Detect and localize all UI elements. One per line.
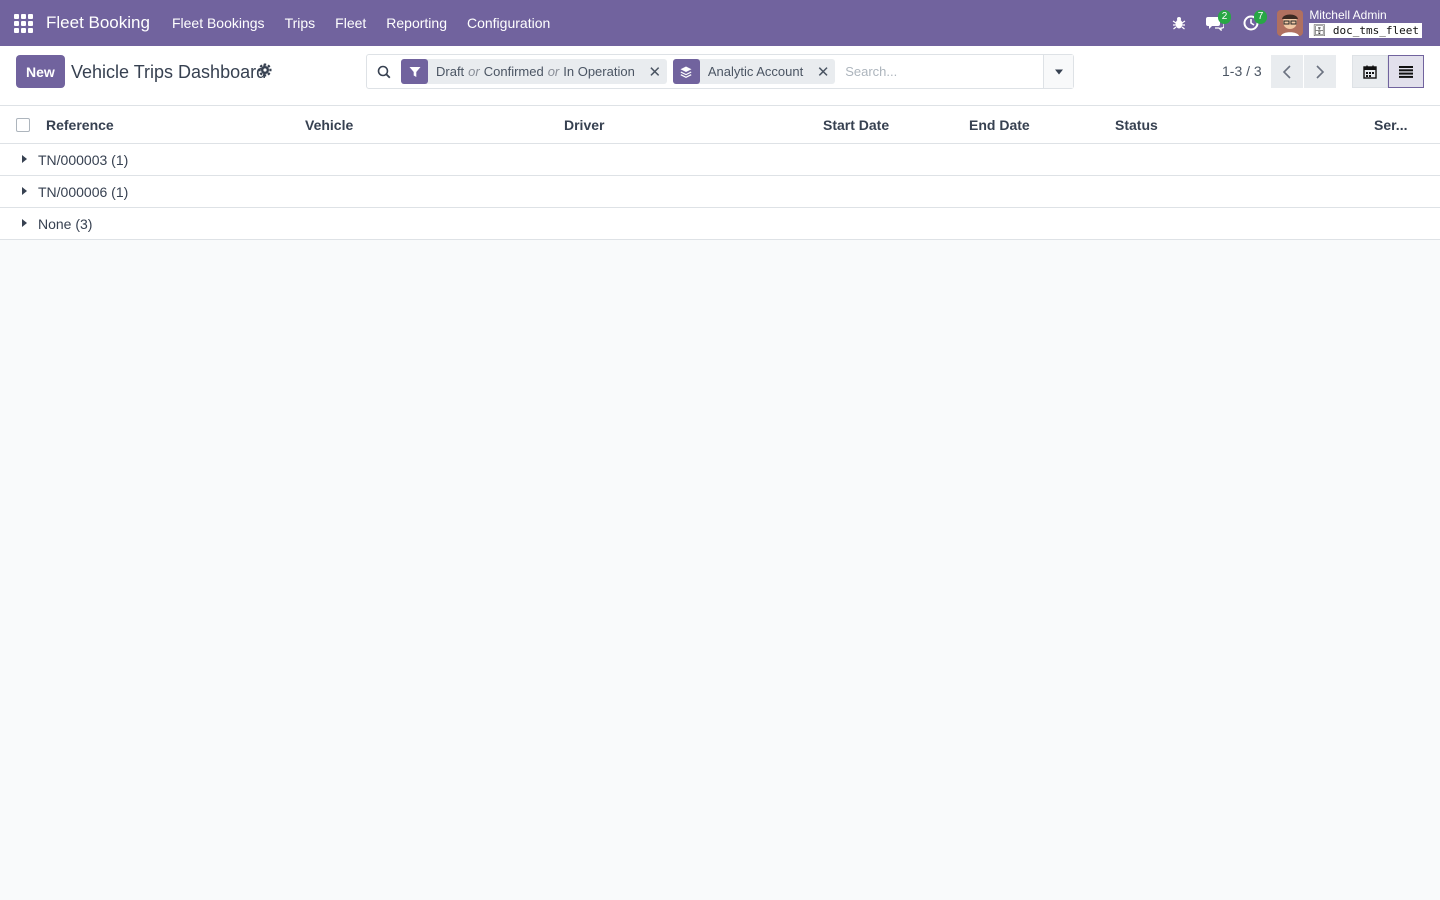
- user-name: Mitchell Admin: [1309, 7, 1387, 22]
- column-vehicle[interactable]: Vehicle: [305, 117, 353, 133]
- chevron-right-icon: [1316, 64, 1325, 79]
- facet-separator: or: [547, 64, 560, 79]
- close-icon[interactable]: ✕: [811, 63, 835, 81]
- facet-values: Draft or Confirmed or In Operation: [428, 64, 643, 79]
- list-icon: [1399, 65, 1413, 78]
- menu-fleet[interactable]: Fleet: [325, 0, 376, 46]
- list-view-button[interactable]: [1388, 55, 1424, 88]
- caret-right-icon: [22, 219, 27, 227]
- pager-previous-button[interactable]: [1271, 55, 1303, 88]
- pager-next-button[interactable]: [1304, 55, 1336, 88]
- facet-value-in-operation: In Operation: [563, 64, 635, 79]
- top-navbar: Fleet Booking Fleet Bookings Trips Fleet…: [0, 0, 1440, 46]
- facet-separator: or: [468, 64, 480, 79]
- search-options-toggle[interactable]: [1043, 55, 1073, 88]
- messages-badge: 2: [1217, 10, 1232, 24]
- menu-fleet-bookings[interactable]: Fleet Bookings: [162, 0, 275, 46]
- close-icon[interactable]: ✕: [643, 63, 667, 81]
- search-input[interactable]: [841, 57, 1043, 86]
- menu-reporting[interactable]: Reporting: [376, 0, 457, 46]
- list-header: Reference Vehicle Driver Start Date End …: [0, 106, 1440, 144]
- user-menu[interactable]: Mitchell Admin 🗄 doc_tms_fleet: [1309, 9, 1422, 38]
- column-end-date[interactable]: End Date: [969, 117, 1030, 133]
- group-label: TN/000006 (1): [38, 184, 129, 200]
- caret-right-icon: [22, 187, 27, 195]
- user-avatar[interactable]: [1277, 10, 1304, 36]
- group-row[interactable]: TN/000003 (1): [0, 144, 1440, 176]
- caret-right-icon: [22, 155, 27, 163]
- database-name: 🗄 doc_tms_fleet: [1309, 22, 1422, 38]
- column-start-date[interactable]: Start Date: [823, 117, 889, 133]
- app-brand[interactable]: Fleet Booking: [46, 13, 150, 33]
- group-label: None (3): [38, 216, 93, 232]
- apps-menu-icon[interactable]: [0, 0, 46, 46]
- page-title: Vehicle Trips Dashboard: [71, 62, 267, 82]
- calendar-icon: [1363, 65, 1377, 79]
- column-driver[interactable]: Driver: [564, 117, 604, 133]
- group-label: TN/000003 (1): [38, 152, 129, 168]
- facet-value-draft: Draft: [436, 64, 465, 79]
- calendar-view-button[interactable]: [1352, 55, 1388, 88]
- column-service[interactable]: Ser...: [1374, 117, 1407, 133]
- status-filter-facet: Draft or Confirmed or In Operation ✕: [401, 59, 667, 84]
- activities-clock-icon[interactable]: 7: [1233, 0, 1269, 46]
- gear-icon[interactable]: [258, 63, 274, 79]
- activities-badge: 7: [1253, 10, 1268, 24]
- new-button[interactable]: New: [16, 55, 65, 88]
- caret-down-icon: [1054, 69, 1063, 74]
- filter-icon: [401, 59, 428, 84]
- group-row[interactable]: TN/000006 (1): [0, 176, 1440, 208]
- chevron-left-icon: [1282, 64, 1291, 79]
- facet-value-confirmed: Confirmed: [483, 64, 544, 79]
- select-all-checkbox[interactable]: [16, 118, 30, 132]
- column-reference[interactable]: Reference: [46, 117, 114, 133]
- facet-value-analytic-account: Analytic Account: [707, 64, 804, 79]
- column-status[interactable]: Status: [1115, 117, 1158, 133]
- messages-icon[interactable]: 2: [1197, 0, 1233, 46]
- menu-trips[interactable]: Trips: [275, 0, 326, 46]
- search-icon[interactable]: [367, 55, 401, 88]
- search-bar: Draft or Confirmed or In Operation ✕ Analyti…: [366, 54, 1074, 89]
- pager-value[interactable]: 1-3 / 3: [1222, 63, 1262, 79]
- database-label: doc_tms_fleet: [1332, 23, 1419, 37]
- control-panel: New Vehicle Trips Dashboard Draft or Confi…: [0, 46, 1440, 106]
- menu-configuration[interactable]: Configuration: [457, 0, 560, 46]
- groupby-facet: Analytic Account ✕: [672, 59, 836, 84]
- layers-icon: [672, 59, 700, 84]
- debug-bug-icon[interactable]: [1161, 0, 1197, 46]
- group-row[interactable]: None (3): [0, 208, 1440, 240]
